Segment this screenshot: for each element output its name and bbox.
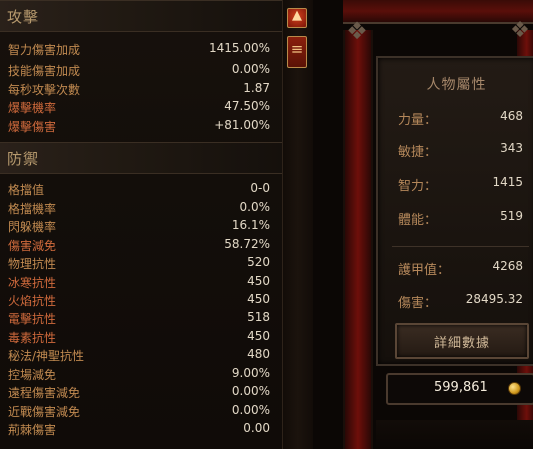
attribute-row-intelligence: 智力： 1415 [378, 173, 533, 194]
stat-label: 近戰傷害減免 [8, 405, 81, 419]
stat-label: 閃躲機率 [8, 220, 57, 234]
frame-red-strip-left [343, 30, 373, 449]
attribute-value: 1415 [492, 175, 523, 189]
stat-row-intelligence-damage-bonus: 智力傷害加成 1415.00% [0, 40, 282, 58]
attribute-label: 智力： [398, 179, 438, 194]
stat-row-crowd-control-reduction: 控場減免 9.00% [0, 365, 282, 383]
stat-label: 控場減免 [8, 368, 57, 382]
stats-panel[interactable]: 攻擊 智力傷害加成 1415.00% 技能傷害加成 0.00% 每秒攻擊次數 1… [0, 0, 282, 449]
stat-value: 0.00 [243, 421, 270, 435]
stat-label: 荊棘傷害 [8, 423, 57, 437]
stat-row-ranged-damage-reduction: 遠程傷害減免 0.00% [0, 383, 282, 401]
defense-section-header: 防禦 [0, 142, 282, 174]
stat-label: 格擋值 [8, 183, 45, 197]
stat-label: 智力傷害加成 [8, 43, 81, 57]
stat-label: 爆擊機率 [8, 101, 57, 115]
stat-value: 58.72% [224, 237, 270, 251]
gold-display: 599,861 [386, 373, 533, 405]
scroll-up-arrow-icon: ▲ [292, 8, 302, 23]
stat-row-lightning-resistance: 電擊抗性 518 [0, 309, 282, 327]
stat-value: 0.00% [231, 403, 270, 417]
offense-section-header: 攻擊 [0, 0, 282, 32]
attribute-row-dexterity: 敏捷： 343 [378, 139, 533, 160]
stat-value: 450 [247, 274, 270, 288]
stat-value: 0.0% [239, 200, 271, 214]
stat-value: 1415.00% [208, 41, 270, 55]
stat-row-dodge-chance: 閃躲機率 16.1% [0, 217, 282, 235]
stat-label: 每秒攻擊次數 [8, 83, 81, 97]
attribute-value: 519 [500, 209, 523, 223]
gold-coin-icon [508, 382, 521, 395]
attribute-label: 體能： [398, 213, 438, 228]
stat-label: 毒素抗性 [8, 331, 57, 345]
stat-value: 518 [247, 310, 270, 324]
attribute-row-strength: 力量： 468 [378, 107, 533, 128]
stat-value: 9.00% [231, 366, 270, 380]
scroll-thumb-icon: ≡ [290, 40, 304, 58]
frame-bottom [376, 420, 533, 449]
stat-label: 爆擊傷害 [8, 120, 57, 134]
scrollbar-thumb[interactable]: ≡ [287, 36, 307, 68]
stat-value: 0.00% [231, 384, 270, 398]
stat-value: 520 [247, 255, 270, 269]
stat-row-block-chance: 格擋機率 0.0% [0, 199, 282, 217]
stat-value: 1.87 [243, 81, 270, 95]
stat-row-damage-reduction: 傷害減免 58.72% [0, 236, 282, 254]
attribute-row-armor: 護甲值： 4268 [378, 257, 533, 278]
attributes-title: 人物屬性 [426, 77, 487, 93]
stat-value: 0-0 [250, 181, 270, 195]
attribute-label: 護甲值： [398, 263, 451, 278]
attribute-row-vitality: 體能： 519 [378, 207, 533, 228]
gold-amount: 599,861 [434, 380, 488, 395]
stat-row-melee-damage-reduction: 近戰傷害減免 0.00% [0, 402, 282, 420]
stat-label: 技能傷害加成 [8, 64, 81, 78]
frame-ornament-icon: ❖ [510, 18, 530, 43]
attribute-value: 4268 [492, 259, 523, 273]
stat-row-attacks-per-second: 每秒攻擊次數 1.87 [0, 80, 282, 98]
stat-row-cold-resistance: 冰寒抗性 450 [0, 273, 282, 291]
attribute-value: 468 [500, 109, 523, 123]
stat-row-physical-resistance: 物理抗性 520 [0, 254, 282, 272]
attribute-label: 傷害： [398, 296, 438, 311]
stat-label: 秘法/神聖抗性 [8, 349, 85, 363]
stat-row-crit-damage: 爆擊傷害 +81.00% [0, 117, 282, 135]
stat-label: 傷害減免 [8, 239, 57, 253]
attribute-value: 343 [500, 141, 523, 155]
stat-value: 450 [247, 329, 270, 343]
stat-label: 冰寒抗性 [8, 276, 57, 290]
stat-label: 電擊抗性 [8, 312, 57, 326]
details-button[interactable]: 詳細數據 [395, 323, 529, 359]
offense-section-title: 攻擊 [7, 8, 40, 26]
stat-label: 格擋機率 [8, 202, 57, 216]
stat-label: 遠程傷害減免 [8, 386, 81, 400]
stat-row-fire-resistance: 火焰抗性 450 [0, 291, 282, 309]
stat-label: 火焰抗性 [8, 294, 57, 308]
stat-value: 16.1% [231, 218, 270, 232]
attribute-value: 28495.32 [465, 292, 523, 306]
stat-row-skill-damage-bonus: 技能傷害加成 0.00% [0, 61, 282, 79]
frame-ornament-icon: ❖ [346, 17, 368, 45]
attribute-label: 力量： [398, 113, 438, 128]
stat-value: 480 [247, 347, 270, 361]
stat-value: 47.50% [224, 99, 270, 113]
defense-section-title: 防禦 [7, 150, 40, 168]
attributes-divider [392, 246, 529, 247]
scroll-up-button[interactable]: ▲ [287, 8, 307, 28]
stat-row-crit-chance: 爆擊機率 47.50% [0, 98, 282, 116]
stat-row-poison-resistance: 毒素抗性 450 [0, 328, 282, 346]
stat-value: +81.00% [214, 118, 270, 132]
attribute-label: 敏捷： [398, 145, 438, 160]
attribute-row-damage: 傷害： 28495.32 [378, 290, 533, 311]
stat-label: 物理抗性 [8, 257, 57, 271]
stat-value: 0.00% [231, 62, 270, 76]
character-attributes-panel: 人物屬性 力量： 468 敏捷： 343 智力： 1415 體能： 519 護甲… [376, 56, 533, 366]
details-button-label: 詳細數據 [433, 336, 490, 351]
stat-row-arcane-holy-resistance: 秘法/神聖抗性 480 [0, 346, 282, 364]
stat-row-block-amount: 格擋值 0-0 [0, 180, 282, 198]
stat-row-thorns-damage: 荊棘傷害 0.00 [0, 420, 282, 438]
stat-value: 450 [247, 292, 270, 306]
